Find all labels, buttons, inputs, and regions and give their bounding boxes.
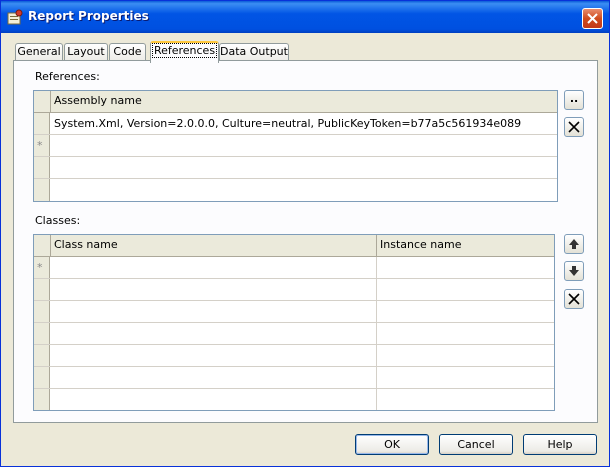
assembly-name-column-header[interactable]: Assembly name [51,91,557,112]
empty-row [34,345,554,367]
classes-grid-header: Class name Instance name [34,235,554,257]
delete-icon [568,121,580,133]
tab-code[interactable]: Code [109,43,146,61]
empty-row [34,179,557,201]
assembly-name-cell[interactable]: System.Xml, Version=2.0.0.0, Culture=neu… [51,113,556,134]
tab-layout-label: Layout [67,45,105,58]
title-bar[interactable]: Report Properties [1,1,609,33]
close-button[interactable] [582,8,603,29]
classes-corner-cell [34,235,51,256]
empty-row [34,157,557,179]
references-corner-cell [34,91,51,112]
arrow-up-icon [569,239,579,249]
instance-name-column-header[interactable]: Instance name [377,235,554,256]
browse-button-label: .. [569,92,579,105]
report-properties-icon [7,9,23,25]
table-row[interactable]: System.Xml, Version=2.0.0.0, Culture=neu… [34,113,557,135]
tab-general[interactable]: General [15,43,63,61]
move-up-button[interactable] [564,234,584,254]
move-down-button[interactable] [564,261,584,281]
new-row[interactable]: * [34,257,554,279]
help-button[interactable]: Help [523,434,597,455]
window-title: Report Properties [28,9,149,23]
empty-row [34,389,554,411]
ok-button[interactable]: OK [355,434,429,455]
classes-label: Classes: [35,214,81,227]
tab-layout[interactable]: Layout [64,43,108,61]
tab-references-label: References [151,43,218,58]
tab-data-output[interactable]: Data Output [219,43,289,61]
empty-row [34,279,554,301]
empty-row [34,367,554,389]
delete-reference-button[interactable] [564,117,584,137]
new-row-marker-icon: * [37,261,43,274]
report-properties-dialog: Report Properties General Layout Code Re… [0,0,610,467]
empty-row [34,323,554,345]
classes-grid[interactable]: Class name Instance name * [33,234,555,411]
new-row[interactable]: * [34,135,557,157]
class-name-column-header[interactable]: Class name [51,235,377,256]
delete-icon [568,293,580,305]
tab-general-label: General [17,45,61,58]
references-label: References: [35,70,100,83]
tab-references[interactable]: References [150,41,219,63]
references-grid[interactable]: Assembly name System.Xml, Version=2.0.0.… [33,90,558,202]
arrow-down-icon [569,266,579,276]
browse-assembly-button[interactable]: .. [564,90,584,110]
close-icon [587,13,598,24]
new-row-marker-icon: * [37,139,43,152]
empty-row [34,301,554,323]
tab-code-label: Code [113,45,142,58]
cancel-button[interactable]: Cancel [439,434,513,455]
delete-class-button[interactable] [564,289,584,309]
references-grid-header: Assembly name [34,91,557,113]
tab-data-output-label: Data Output [220,45,288,58]
